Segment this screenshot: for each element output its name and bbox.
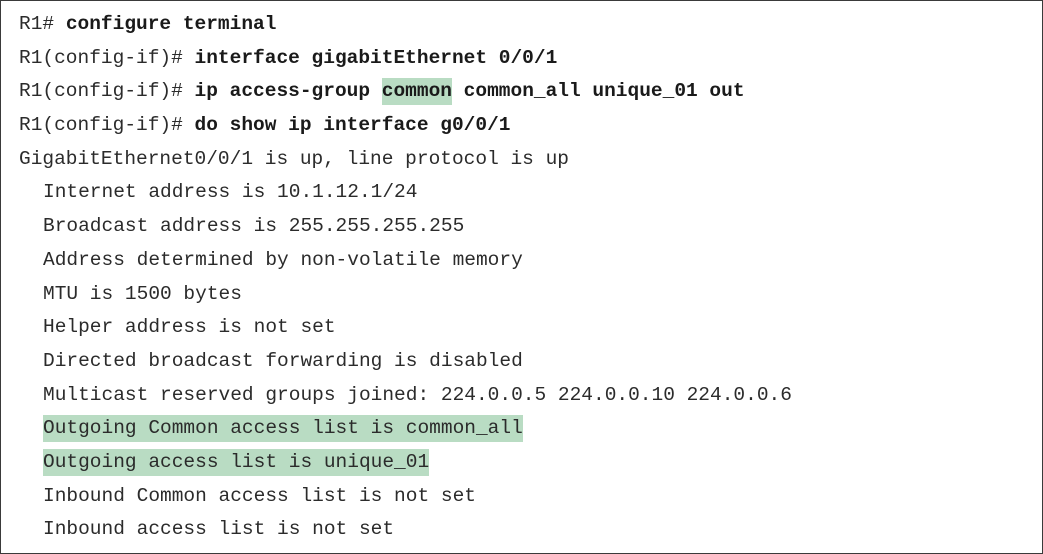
output-line: MTU is 1500 bytes xyxy=(43,282,242,305)
command-text: common_all unique_01 out xyxy=(451,80,745,103)
terminal-output-panel: R1# configure terminal R1(config-if)# in… xyxy=(0,0,1043,554)
output-line: Broadcast address is 255.255.255.255 xyxy=(43,215,465,238)
highlighted-output: Outgoing Common access list is common_al… xyxy=(43,415,523,443)
output-line: Multicast reserved groups joined: 224.0.… xyxy=(43,383,792,406)
output-line-highlighted: Outgoing access list is unique_01 xyxy=(19,446,1042,480)
command-line: R1# configure terminal xyxy=(19,8,1042,42)
output-line: Inbound access list is not set xyxy=(43,518,395,541)
command-text: configure terminal xyxy=(65,13,277,35)
output-line-highlighted: Outgoing Common access list is common_al… xyxy=(19,412,1042,446)
prompt: R1(config-if)# xyxy=(19,80,195,103)
output-line: Helper address is not set xyxy=(43,316,336,339)
command-line: R1(config-if)# ip access-group common co… xyxy=(19,75,1042,109)
prompt: R1# xyxy=(19,13,66,35)
output-line: Directed broadcast forwarding is disable… xyxy=(43,349,523,372)
output-line: Address determined by non-volatile memor… xyxy=(43,248,523,271)
output-line: GigabitEthernet0/0/1 is up, line protoco… xyxy=(19,147,569,170)
output-line: Internet address is 10.1.12.1/24 xyxy=(43,181,418,204)
prompt: R1(config-if)# xyxy=(19,46,195,69)
command-text: interface gigabitEthernet 0/0/1 xyxy=(194,46,558,69)
highlighted-output: Outgoing access list is unique_01 xyxy=(43,448,430,476)
command-line: R1(config-if)# do show ip interface g0/0… xyxy=(19,109,1042,143)
command-text: do show ip interface g0/0/1 xyxy=(194,114,511,137)
prompt: R1(config-if)# xyxy=(19,114,195,137)
output-line: Inbound Common access list is not set xyxy=(43,484,476,507)
command-line: R1(config-if)# interface gigabitEthernet… xyxy=(19,42,1042,76)
highlighted-keyword: common xyxy=(381,78,452,106)
command-text: ip access-group xyxy=(194,80,382,103)
